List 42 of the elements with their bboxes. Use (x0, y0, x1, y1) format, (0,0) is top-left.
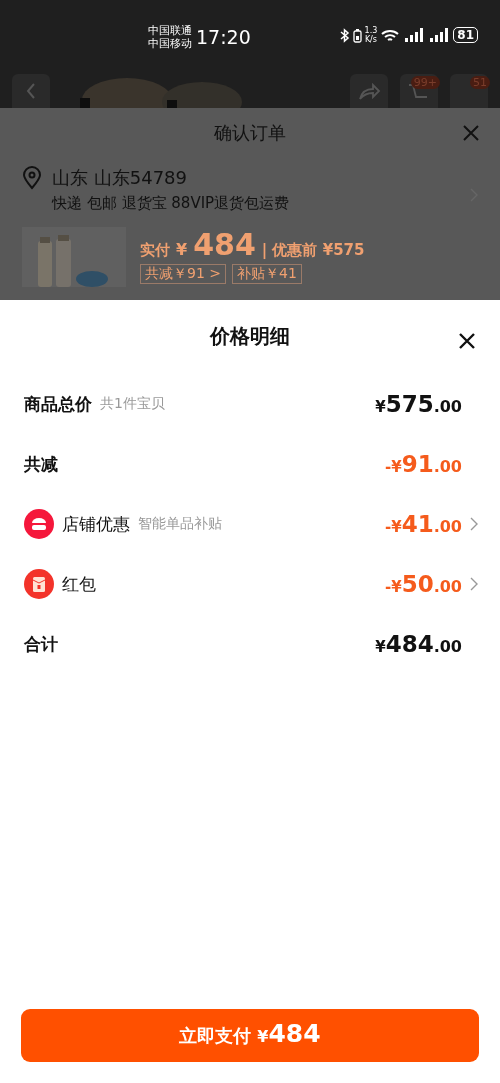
location-pin-icon (22, 166, 42, 190)
discount-tag: 共减￥91 > (140, 264, 226, 284)
network-speed: 1.3 K/s (364, 26, 378, 44)
back-icon[interactable] (24, 81, 38, 101)
price-label: 商品总价 (24, 392, 92, 416)
price-label: 共减 (24, 452, 58, 476)
carrier-name: 中国联通 (148, 23, 192, 37)
sheet-title: 价格明细 (210, 322, 290, 350)
battery-level: 81 (453, 27, 478, 43)
price-amount: ¥575.00 (375, 391, 462, 417)
original-price: | 优惠前 ¥575 (261, 241, 365, 260)
signal-icon (403, 27, 426, 43)
envelope-icon (24, 569, 54, 599)
share-button[interactable] (350, 74, 388, 108)
shop-icon (24, 509, 54, 539)
price-amount: ¥484.00 (375, 631, 462, 657)
pay-label: 实付 (140, 241, 170, 260)
phone-battery-icon (352, 27, 362, 43)
carrier-name: 中国移动 (148, 36, 192, 50)
price-label: 红包 (62, 572, 96, 596)
bluetooth-icon (339, 27, 350, 43)
price-note: 智能单品补贴 (138, 515, 222, 533)
pay-now-button[interactable]: 立即支付 ¥484 (21, 1009, 479, 1062)
back-button[interactable] (12, 74, 50, 108)
price-amount: -¥50.00 (384, 571, 462, 597)
chevron-icon[interactable] (470, 577, 478, 591)
delivery-info: 快递 包邮 退货宝 88VIP退货包运费 (52, 194, 290, 213)
price-note: 共1件宝贝 (100, 395, 165, 413)
pay-amount: ¥ 484 (176, 227, 256, 262)
price-label: 店铺优惠 (62, 512, 130, 536)
clock-time: 17:20 (196, 25, 251, 48)
chevron-icon[interactable] (470, 517, 478, 531)
address-text: 山东 山东54789 (52, 166, 188, 190)
close-icon[interactable] (458, 332, 476, 350)
price-label: 合计 (24, 632, 58, 656)
wifi-icon (380, 27, 401, 43)
price-amount: -¥91.00 (384, 451, 462, 477)
signal-icon (428, 27, 451, 43)
page-title: 确认订单 (214, 121, 286, 145)
discount-tag: 补贴￥41 (232, 264, 302, 284)
share-icon[interactable] (357, 81, 381, 101)
price-amount: -¥41.00 (384, 511, 462, 537)
